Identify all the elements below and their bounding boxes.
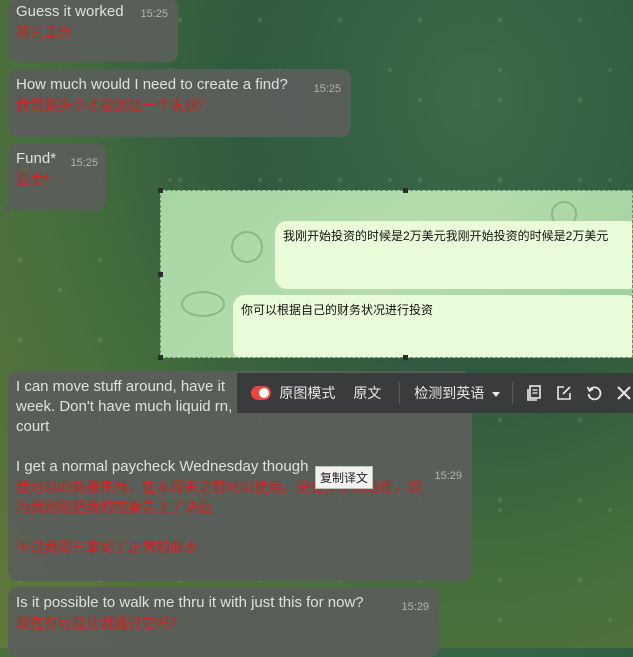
resize-handle[interactable]: [158, 188, 163, 193]
language-detect-dropdown[interactable]: 检测到英语: [414, 383, 501, 403]
bubble-tail: [2, 200, 10, 210]
copy-translation-tooltip: 复制译文: [315, 466, 374, 489]
message-translated-text: 我可以四处搬东西，在本周末之前可以使用。没有多少流动性，因 为我刚刚把我的前妻告…: [16, 477, 464, 557]
message-bubble[interactable]: Fund* 基金* 15:25: [2, 143, 106, 210]
message-original-text: How much would I need to create a find?: [16, 76, 288, 93]
message-line: I get a normal paycheck Wednesday though: [16, 458, 309, 475]
message-time: 15:25: [313, 83, 341, 95]
message-line: 我可以四处搬东西，在本周末之前可以使用。没有多少流动性，因: [16, 479, 422, 495]
message-translated-text: 现在有可能让我通过它吗？: [16, 615, 184, 631]
overlay-translated-bubble: 我刚开始投资的时候是2万美元我刚开始投资的时候是2万美元: [275, 221, 632, 289]
resize-handle[interactable]: [403, 188, 408, 193]
message-line: court: [16, 418, 50, 435]
message-translated-text: 猜它工作: [16, 24, 72, 40]
show-original-button[interactable]: 原文: [353, 383, 381, 403]
resize-handle[interactable]: [158, 272, 163, 277]
message-line: [16, 437, 464, 457]
copy-translation-icon[interactable]: [525, 383, 543, 403]
language-detect-label: 检测到英语: [414, 385, 485, 401]
message-time: 15:29: [434, 470, 462, 482]
message-time: 15:25: [140, 8, 168, 20]
message-line: 为我刚刚把我的前妻告上了法庭: [16, 499, 212, 515]
resize-handle[interactable]: [403, 355, 408, 360]
message-time: 15:29: [401, 601, 429, 613]
message-translated-text: 基金*: [16, 171, 50, 187]
message-line: 不过我周三拿到了正常的薪水: [16, 539, 198, 555]
translation-toolbar: 原图模式 原文 检测到英语: [237, 373, 633, 413]
message-original-text: Is it possible to walk me thru it with j…: [16, 594, 364, 611]
message-line: [16, 517, 464, 537]
translation-overlay[interactable]: 我刚开始投资的时候是2万美元我刚开始投资的时候是2万美元 你可以根据自己的财务状…: [160, 190, 633, 358]
message-bubble[interactable]: How much would I need to create a find? …: [8, 69, 351, 137]
message-translated-text: 我需要多少才能创建一个发现？: [16, 97, 212, 113]
overlay-text: 我刚开始投资的时候是2万美元我刚开始投资的时候是2万美元: [283, 229, 609, 243]
original-image-mode-toggle[interactable]: [251, 386, 272, 400]
chevron-down-icon: [492, 391, 501, 397]
wallpaper-decoration: [231, 231, 263, 263]
overlay-text: 你可以根据自己的财务状况进行投资: [241, 303, 434, 317]
message-time: 15:25: [70, 157, 98, 169]
toolbar-divider: [399, 382, 401, 404]
edit-icon[interactable]: [555, 383, 573, 403]
message-bubble[interactable]: Guess it worked 猜它工作 15:25: [8, 0, 178, 62]
message-bubble[interactable]: Is it possible to walk me thru it with j…: [8, 587, 439, 657]
original-image-mode-label[interactable]: 原图模式: [279, 383, 335, 403]
wallpaper-decoration: [181, 291, 225, 317]
resize-handle[interactable]: [158, 355, 163, 360]
refresh-icon[interactable]: [585, 383, 603, 403]
close-icon[interactable]: [615, 383, 633, 403]
overlay-translated-bubble: 你可以根据自己的财务状况进行投资: [233, 295, 632, 357]
toolbar-divider: [512, 382, 513, 404]
